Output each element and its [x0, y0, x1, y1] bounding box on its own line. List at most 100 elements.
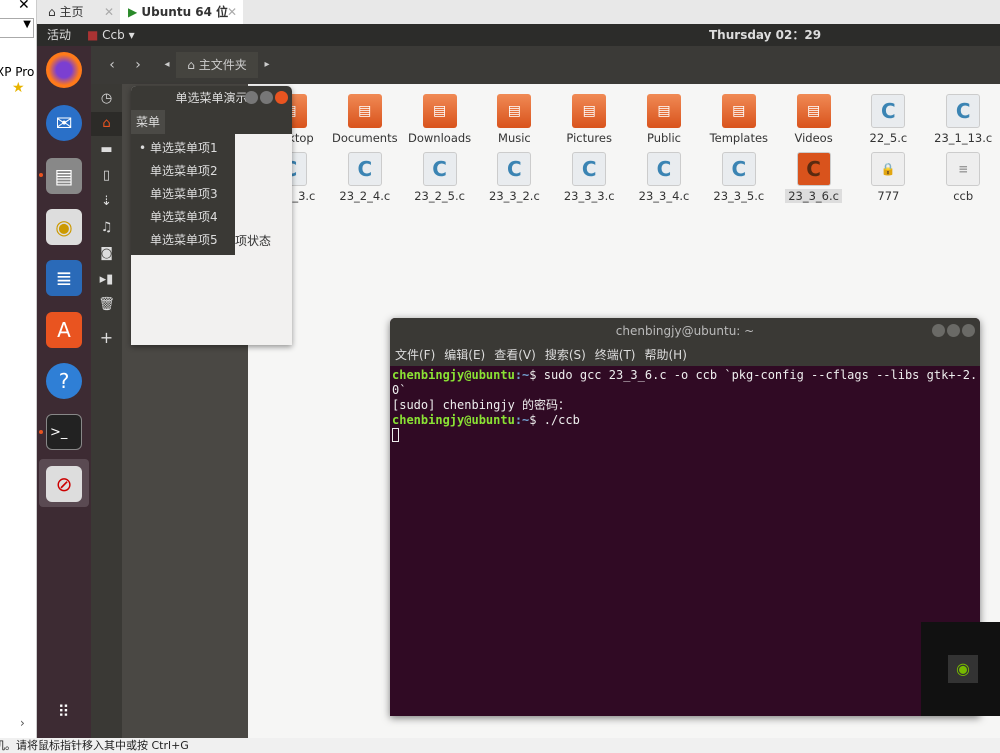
clock[interactable]: Thursday 02：29	[709, 24, 821, 46]
menu-help[interactable]: 帮助(H)	[645, 348, 687, 362]
radio-checked-icon: •	[139, 141, 147, 155]
file-item[interactable]: C 23_3_2.c	[477, 152, 551, 203]
files-icon[interactable]: ▤	[46, 158, 82, 194]
file-item[interactable]: C 23_3_5.c	[702, 152, 776, 203]
file-name: Pictures	[566, 131, 612, 145]
close-tab-icon[interactable]: ✕	[227, 0, 237, 24]
path-left-button[interactable]: ◂	[159, 52, 175, 78]
file-name: Music	[498, 131, 531, 145]
file-item[interactable]: C 22_5.c	[851, 94, 925, 145]
download-icon[interactable]: ⇣	[91, 190, 122, 214]
menu-button[interactable]: 菜单	[131, 110, 166, 134]
writer-icon[interactable]: ≣	[46, 260, 82, 296]
file-item[interactable]: ▤ Pictures	[552, 94, 626, 145]
folder-icon: ▤	[647, 94, 681, 128]
video-icon[interactable]: ▸▮	[91, 268, 122, 292]
output-line: [sudo] chenbingjy 的密码：	[392, 398, 571, 412]
dialog-title-bar[interactable]: 单选菜单演示	[131, 86, 292, 110]
activities-button[interactable]: 活动	[47, 24, 71, 46]
help-icon[interactable]: ?	[46, 363, 82, 399]
close-icon[interactable]	[962, 324, 975, 337]
firefox-icon[interactable]	[46, 52, 82, 88]
places-sidebar: ◷ ⌂ ▬ ▯ ⇣ ♫ ◙ ▸▮ 🗑 +	[91, 84, 122, 738]
folder-icon[interactable]: ▬	[91, 138, 122, 162]
minimize-icon[interactable]	[932, 324, 945, 337]
menu-view[interactable]: 查看(V)	[494, 348, 536, 362]
terminal-output[interactable]: chenbingjy@ubuntu:~$ sudo gcc 23_3_6.c -…	[390, 366, 980, 448]
show-apps-icon[interactable]: ⠿	[46, 694, 82, 730]
tab-home[interactable]: ⌂ 主页 ✕	[40, 0, 120, 24]
file-name: ccb	[953, 189, 974, 203]
ubuntu-top-bar: 活动 ■ Ccb ▾ Thursday 02：29	[37, 24, 1000, 46]
radio-menu-item-4[interactable]: 单选菜单项4	[131, 206, 235, 229]
file-item[interactable]: ▤ Music	[477, 94, 551, 145]
host-item-label: XP Pro	[0, 65, 35, 79]
file-item[interactable]: ▤ Documents	[328, 94, 402, 145]
dock: ✉ ▤ ◉ ≣ A ? >_ ⊘ ⠿	[37, 46, 91, 738]
forward-button[interactable]: ›	[125, 52, 151, 78]
menu-edit[interactable]: 编辑(E)	[444, 348, 485, 362]
home-icon[interactable]: ⌂	[91, 112, 122, 136]
app-name: Ccb	[102, 28, 125, 42]
close-tab-icon[interactable]: ✕	[104, 0, 114, 24]
file-name: Templates	[709, 131, 769, 145]
file-item[interactable]: C 23_2_5.c	[403, 152, 477, 203]
file-icon: C	[796, 152, 831, 186]
file-item[interactable]: C 23_1_13.c	[926, 94, 1000, 145]
file-item[interactable]: ▤ Templates	[702, 94, 776, 145]
trash-icon[interactable]: 🗑	[91, 293, 122, 317]
menu-search[interactable]: 搜索(S)	[545, 348, 586, 362]
ccb-app-icon[interactable]: ⊘	[46, 466, 82, 502]
file-item[interactable]: ▤ Videos	[777, 94, 851, 145]
folder-icon: ▤	[572, 94, 607, 128]
file-name: 23_3_4.c	[638, 189, 690, 203]
music-icon[interactable]: ♫	[91, 216, 122, 240]
file-name: Public	[646, 131, 682, 145]
file-name: 23_1_13.c	[934, 131, 993, 145]
tab-ubuntu[interactable]: ▶ Ubuntu 64 位 ✕	[120, 0, 243, 24]
document-icon[interactable]: ▯	[91, 164, 122, 188]
radio-menu-item-2[interactable]: 单选菜单项2	[131, 160, 235, 183]
path-right-button[interactable]: ▸	[259, 52, 275, 78]
terminal-title-bar[interactable]: chenbingjy@ubuntu: ~	[390, 318, 980, 344]
plus-icon[interactable]: +	[91, 326, 122, 350]
menu-terminal[interactable]: 终端(T)	[595, 348, 636, 362]
path-home-button[interactable]: ⌂ 主文件夹	[176, 52, 258, 78]
software-icon[interactable]: A	[46, 312, 82, 348]
maximize-icon[interactable]	[260, 91, 273, 104]
file-icon: C	[647, 152, 681, 186]
close-icon[interactable]: ✕	[18, 0, 30, 13]
file-name: 22_5.c	[869, 131, 908, 145]
file-item[interactable]: ≡ ccb	[926, 152, 1000, 203]
back-button[interactable]: ‹	[99, 52, 125, 78]
host-left-panel: ✕ ▼ XP Pro ★ ›	[0, 0, 37, 738]
rhythmbox-icon[interactable]: ◉	[46, 209, 82, 245]
recent-icon[interactable]: ◷	[91, 87, 122, 111]
file-icon: C	[497, 152, 532, 186]
file-item[interactable]: ▤ Public	[627, 94, 701, 145]
radio-menu-item-5[interactable]: 单选菜单项5	[131, 229, 235, 252]
minimize-icon[interactable]	[245, 91, 258, 104]
radio-menu-item-1[interactable]: • 单选菜单项1	[131, 137, 235, 160]
nautilus-header: ‹ › ◂ ⌂ 主文件夹 ▸	[91, 46, 1000, 84]
app-menu[interactable]: ■ Ccb ▾	[87, 24, 135, 46]
file-icon: C	[946, 94, 981, 128]
radio-menu-item-3[interactable]: 单选菜单项3	[131, 183, 235, 206]
dropdown[interactable]: ▼	[0, 18, 34, 38]
file-item[interactable]: C 23_3_6.c	[777, 152, 851, 203]
close-icon[interactable]	[275, 91, 288, 104]
camera-icon[interactable]: ◙	[91, 242, 122, 266]
host-tab-bar: ⌂ 主页 ✕ ▶ Ubuntu 64 位 ✕	[37, 0, 1000, 24]
scroll-right-icon[interactable]: ›	[20, 716, 25, 730]
maximize-icon[interactable]	[947, 324, 960, 337]
file-item[interactable]: C 23_3_4.c	[627, 152, 701, 203]
file-item[interactable]: C 23_3_3.c	[552, 152, 626, 203]
terminal-title: chenbingjy@ubuntu: ~	[615, 324, 755, 338]
thunderbird-icon[interactable]: ✉	[46, 105, 82, 141]
nvidia-icon[interactable]: ◉	[948, 655, 978, 683]
terminal-icon[interactable]: >_	[46, 414, 82, 450]
menu-file[interactable]: 文件(F)	[395, 348, 435, 362]
file-item[interactable]: C 23_2_4.c	[328, 152, 402, 203]
file-item[interactable]: ▤ Downloads	[403, 94, 477, 145]
file-item[interactable]: 🔒 777	[851, 152, 925, 203]
